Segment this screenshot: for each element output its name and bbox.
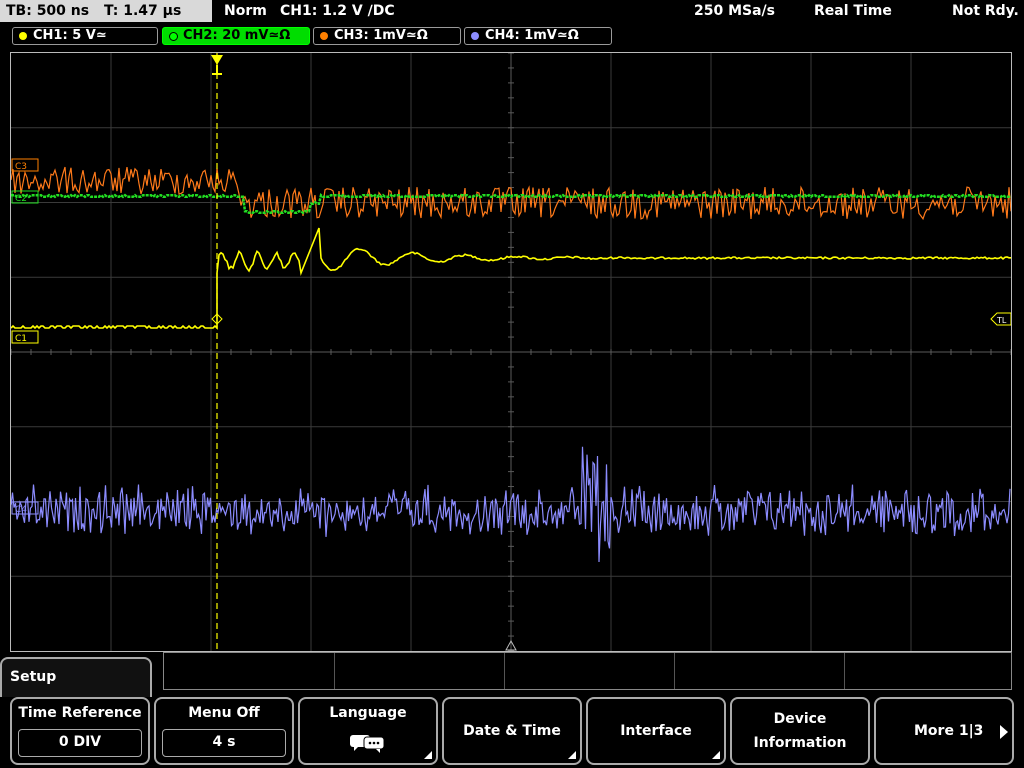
interface-button[interactable]: Interface [586,697,726,765]
time-reference-value[interactable]: 0 DIV [18,729,142,757]
status-bar: TB: 500 ns T: 1.47 µs Norm CH1: 1.2 V ∕D… [0,0,1024,24]
channel-2-color-dot [169,32,178,41]
channel-3-marker[interactable]: C3 [11,158,39,172]
channel-3-tab[interactable]: CH3: 1mV≃Ω [313,27,461,45]
submenu-indicator-icon [568,751,576,759]
language-button[interactable]: Language [298,697,438,765]
channel-2-label: CH2: 20 mV≃Ω [183,28,291,43]
svg-text:C3: C3 [15,162,27,172]
channel-2-tab[interactable]: CH2: 20 mV≃Ω [162,27,310,45]
menu-off-button[interactable]: Menu Off 4 s [154,697,294,765]
next-page-arrow-icon [1000,725,1008,739]
date-time-button[interactable]: Date & Time [442,697,582,765]
timebase-value: TB: 500 ns [6,3,90,19]
waveform-display[interactable]: C3 C2 C1 C4 TL [10,52,1012,652]
device-information-button[interactable]: Device Information [730,697,870,765]
strip-divider [844,653,845,689]
svg-text:C2: C2 [15,194,27,204]
menu-off-value[interactable]: 4 s [162,729,286,757]
strip-divider [504,653,505,689]
time-reference-button[interactable]: Time Reference 0 DIV [10,697,150,765]
trigger-level-marker[interactable]: TL [990,312,1011,326]
menu-title-tab: Setup [0,657,152,697]
sample-rate: 250 MSa/s [694,3,776,19]
channel-3-label: CH3: 1mV≃Ω [334,28,428,43]
language-label: Language [329,705,407,721]
channel-4-tab[interactable]: CH4: 1mV≃Ω [464,27,612,45]
timebase-box[interactable]: TB: 500 ns T: 1.47 µs [0,0,212,22]
acquisition-mode: Real Time [814,3,892,19]
svg-text:TL: TL [996,316,1007,325]
channel-4-label: CH4: 1mV≃Ω [485,28,579,43]
svg-text:C1: C1 [15,334,27,344]
channel-bar: CH1: 5 V≃ CH2: 20 mV≃Ω CH3: 1mV≃Ω CH4: 1… [0,26,1024,48]
submenu-indicator-icon [424,751,432,759]
channel-1-marker[interactable]: C1 [11,330,39,344]
channel-4-color-dot [471,32,479,40]
strip-divider [674,653,675,689]
device-info-label-line2: Information [753,735,847,751]
strip-divider [334,653,335,689]
date-time-label: Date & Time [463,723,561,739]
graticule-grid [11,53,1011,651]
channel-1-color-dot [19,32,27,40]
channel-1-tab[interactable]: CH1: 5 V≃ [12,27,158,45]
bottom-display-strip [163,652,1012,690]
trigger-position-marker[interactable] [211,55,223,75]
menu-off-label: Menu Off [188,705,260,721]
trigger-mode[interactable]: Norm [224,0,267,22]
trigger-info[interactable]: CH1: 1.2 V ∕DC [280,0,395,22]
more-button[interactable]: More 1|3 [874,697,1014,765]
menu-title: Setup [10,669,57,685]
speech-bubbles-icon [350,735,385,753]
device-info-label-line1: Device [773,711,827,727]
time-reference-label: Time Reference [18,705,142,721]
more-label: More 1|3 [914,723,984,739]
trigger-time-value: T: 1.47 µs [103,3,182,19]
submenu-indicator-icon [712,751,720,759]
interface-label: Interface [620,723,692,739]
channel-3-color-dot [320,32,328,40]
trigger-status: Not Rdy. [952,3,1019,19]
channel-1-label: CH1: 5 V≃ [33,28,107,43]
svg-text:C4: C4 [15,505,27,515]
